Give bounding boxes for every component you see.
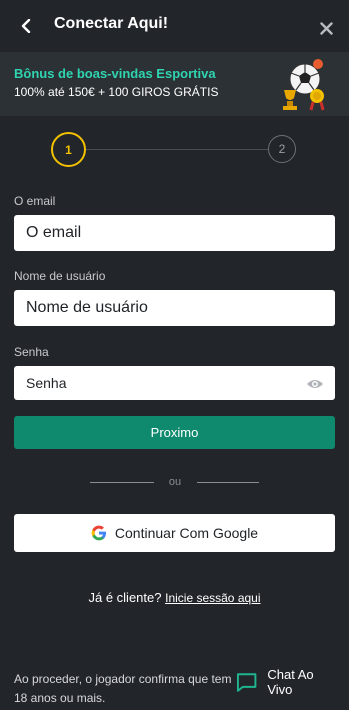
banner-subtitle: 100% até 150€ + 100 GIROS GRÁTIS: [14, 85, 219, 99]
toggle-password-visibility[interactable]: [304, 373, 326, 395]
age-disclaimer: Ao proceder, o jogador confirma que tem …: [14, 672, 232, 705]
email-field[interactable]: [14, 215, 335, 251]
existing-client-row: Já é cliente? Inicie sessão aqui: [0, 590, 349, 605]
close-icon: [319, 21, 333, 35]
divider-left: [90, 482, 154, 483]
existing-client-question: Já é cliente?: [88, 590, 162, 605]
username-label: Nome de usuário: [14, 269, 106, 283]
step-1-indicator: 1: [51, 132, 86, 167]
chat-bubble-icon: [236, 672, 257, 692]
or-divider-text: ou: [168, 476, 182, 488]
header: Conectar Aqui!: [0, 0, 349, 52]
continue-with-google-button[interactable]: Continuar Com Google: [14, 514, 335, 552]
progress-stepper: 1 2: [0, 130, 349, 170]
close-button[interactable]: [315, 17, 337, 39]
email-label: O email: [14, 194, 56, 208]
banner-title: Bônus de boas-vindas Esportiva: [14, 66, 216, 81]
password-label: Senha: [14, 345, 49, 359]
next-button[interactable]: Proximo: [14, 416, 335, 449]
back-button[interactable]: [14, 14, 38, 38]
eye-icon: [307, 380, 323, 388]
chat-label: Chat Ao Vivo: [267, 667, 314, 697]
google-button-label: Continuar Com Google: [114, 525, 259, 541]
google-icon: [91, 525, 106, 541]
live-chat-button[interactable]: Chat Ao Vivo: [236, 667, 340, 697]
page-title: Conectar Aqui!: [54, 15, 169, 32]
stepper-line: [86, 149, 268, 150]
step-2-indicator: 2: [268, 135, 296, 163]
soccer-ball-trophy-icon: [283, 59, 325, 111]
username-field[interactable]: [14, 290, 335, 326]
password-field[interactable]: [14, 366, 335, 400]
chevron-left-icon: [21, 19, 31, 33]
login-link[interactable]: Inicie sessão aqui: [165, 591, 260, 605]
divider-right: [197, 482, 259, 483]
